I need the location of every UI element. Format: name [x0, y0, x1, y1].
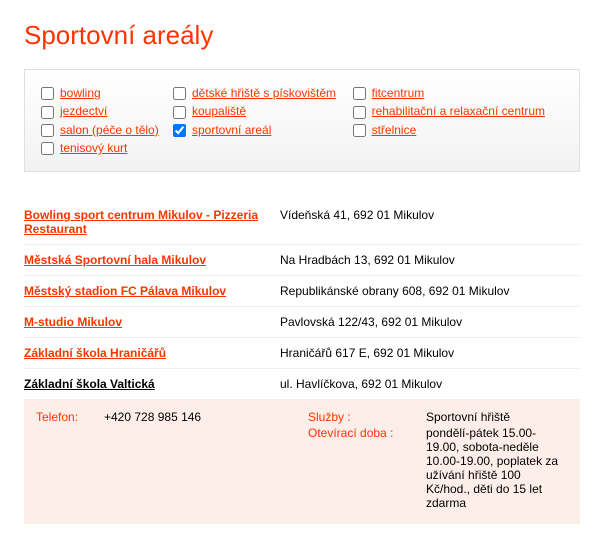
result-row: Základní škola Valtická ul. Havlíčkova, …: [24, 369, 580, 400]
result-address: ul. Havlíčkova, 692 01 Mikulov: [280, 369, 580, 400]
result-link[interactable]: Bowling sport centrum Mikulov - Pizzeria…: [24, 208, 258, 236]
filter-item: bowling: [41, 86, 101, 100]
detail-services-value: Sportovní hřiště: [426, 410, 568, 426]
filter-checkbox-detske-hriste[interactable]: [173, 87, 186, 100]
result-link-active[interactable]: Základní škola Valtická: [24, 377, 155, 391]
result-row: Městská Sportovní hala Mikulov Na Hradbá…: [24, 245, 580, 276]
filter-checkbox-jezdectvi[interactable]: [41, 106, 54, 119]
result-link[interactable]: Městská Sportovní hala Mikulov: [24, 253, 206, 267]
filter-checkbox-salon[interactable]: [41, 124, 54, 137]
result-link[interactable]: M-studio Mikulov: [24, 315, 122, 329]
filter-item: koupaliště: [173, 104, 246, 118]
filter-link-koupaliste[interactable]: koupaliště: [192, 104, 246, 118]
filter-link-bowling[interactable]: bowling: [60, 86, 101, 100]
filter-item: fitcentrum: [353, 86, 425, 100]
result-row: Městský stadion FC Pálava Mikulov Republ…: [24, 276, 580, 307]
result-detail-row: Telefon: +420 728 985 146 Služby : Sport…: [24, 400, 580, 525]
filter-link-jezdectvi[interactable]: jezdectví: [60, 104, 107, 118]
filter-item: sportovní areál: [173, 123, 271, 137]
filter-link-fitcentrum[interactable]: fitcentrum: [372, 86, 425, 100]
filter-link-salon[interactable]: salon (péče o tělo): [60, 123, 159, 137]
filter-panel: bowling dětské hřiště s pískovištěm fitc…: [24, 69, 580, 172]
result-row: M-studio Mikulov Pavlovská 122/43, 692 0…: [24, 307, 580, 338]
filter-checkbox-strelnice[interactable]: [353, 124, 366, 137]
filter-checkbox-sportovni-areal[interactable]: [173, 124, 186, 137]
results-table: Bowling sport centrum Mikulov - Pizzeria…: [24, 200, 580, 524]
detail-phone-value: +420 728 985 146: [104, 410, 308, 426]
detail-phone-label: Telefon:: [36, 410, 104, 426]
filter-grid: bowling dětské hřiště s pískovištěm fitc…: [41, 84, 563, 157]
detail-hours-value: pondělí-pátek 15.00-19.00, sobota-neděle…: [426, 426, 568, 512]
result-address: Republikánské obrany 608, 692 01 Mikulov: [280, 276, 580, 307]
result-address: Hraničářů 617 E, 692 01 Mikulov: [280, 338, 580, 369]
filter-link-detske-hriste[interactable]: dětské hřiště s pískovištěm: [192, 86, 336, 100]
result-row: Bowling sport centrum Mikulov - Pizzeria…: [24, 200, 580, 245]
result-link[interactable]: Základní škola Hraničářů: [24, 346, 166, 360]
filter-item: jezdectví: [41, 104, 107, 118]
filter-item: salon (péče o tělo): [41, 123, 159, 137]
detail-hours-label: Otevírací doba :: [308, 426, 426, 512]
filter-item: dětské hřiště s pískovištěm: [173, 86, 336, 100]
result-detail-panel: Telefon: +420 728 985 146 Služby : Sport…: [24, 400, 580, 524]
filter-link-tenisovy-kurt[interactable]: tenisový kurt: [60, 141, 127, 155]
filter-checkbox-fitcentrum[interactable]: [353, 87, 366, 100]
detail-services-label: Služby :: [308, 410, 426, 426]
result-address: Vídeňská 41, 692 01 Mikulov: [280, 200, 580, 245]
filter-checkbox-bowling[interactable]: [41, 87, 54, 100]
filter-item: střelnice: [353, 123, 417, 137]
filter-link-rehab[interactable]: rehabilitační a relaxační centrum: [372, 104, 545, 118]
result-address: Na Hradbách 13, 692 01 Mikulov: [280, 245, 580, 276]
result-link[interactable]: Městský stadion FC Pálava Mikulov: [24, 284, 226, 298]
filter-item: rehabilitační a relaxační centrum: [353, 104, 545, 118]
filter-link-sportovni-areal[interactable]: sportovní areál: [192, 123, 271, 137]
result-row: Základní škola Hraničářů Hraničářů 617 E…: [24, 338, 580, 369]
filter-checkbox-rehab[interactable]: [353, 106, 366, 119]
filter-checkbox-tenisovy-kurt[interactable]: [41, 142, 54, 155]
filter-link-strelnice[interactable]: střelnice: [372, 123, 417, 137]
filter-checkbox-koupaliste[interactable]: [173, 106, 186, 119]
page-title: Sportovní areály: [24, 20, 580, 51]
result-address: Pavlovská 122/43, 692 01 Mikulov: [280, 307, 580, 338]
filter-item: tenisový kurt: [41, 141, 127, 155]
